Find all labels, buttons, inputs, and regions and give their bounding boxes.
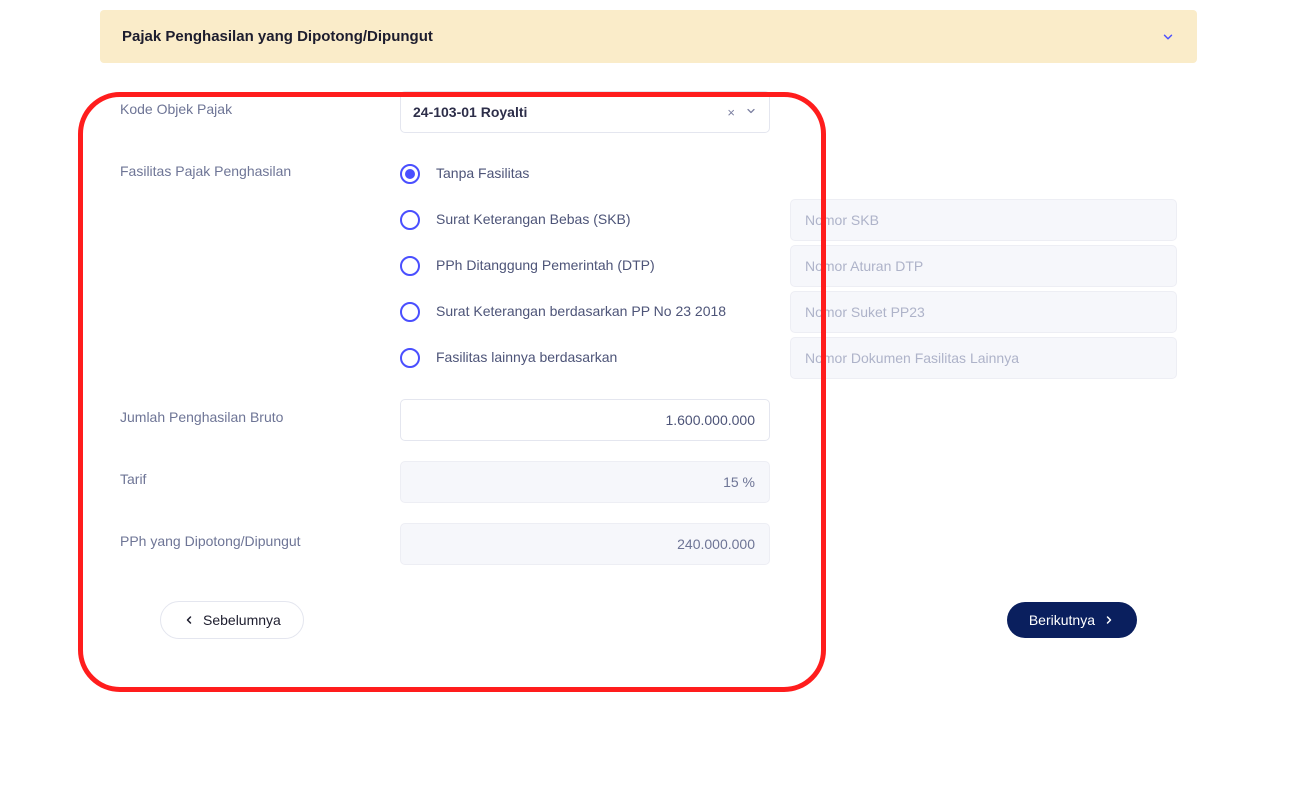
input-gross-value: 1.600.000.000 [665, 412, 755, 428]
radio-icon [400, 164, 420, 184]
label-withheld: PPh yang Dipotong/Dipungut [120, 523, 400, 549]
placeholder-skb: Nomor SKB [805, 212, 879, 228]
radio-label-skb: Surat Keterangan Bebas (SKB) [436, 210, 631, 230]
next-button-label: Berikutnya [1029, 612, 1095, 628]
placeholder-pp23: Nomor Suket PP23 [805, 304, 925, 320]
select-tax-object-value: 24-103-01 Royalti [413, 104, 527, 120]
chevron-right-icon [1103, 614, 1115, 626]
label-tax-object: Kode Objek Pajak [120, 91, 400, 117]
radio-option-pp23[interactable]: Surat Keterangan berdasarkan PP No 23 20… [400, 291, 770, 333]
radio-icon [400, 348, 420, 368]
input-other-number: Nomor Dokumen Fasilitas Lainnya [790, 337, 1177, 379]
input-rate-value: 15 % [723, 474, 755, 490]
chevron-left-icon [183, 614, 195, 626]
radio-icon [400, 210, 420, 230]
placeholder-other: Nomor Dokumen Fasilitas Lainnya [805, 350, 1019, 366]
accordion-header[interactable]: Pajak Penghasilan yang Dipotong/Dipungut [100, 10, 1197, 63]
chevron-down-icon [1161, 30, 1175, 44]
previous-button[interactable]: Sebelumnya [160, 601, 304, 639]
radio-label-pp23: Surat Keterangan berdasarkan PP No 23 20… [436, 302, 726, 322]
clear-icon[interactable]: × [727, 105, 735, 120]
placeholder-dtp: Nomor Aturan DTP [805, 258, 923, 274]
input-dtp-number: Nomor Aturan DTP [790, 245, 1177, 287]
radio-icon [400, 256, 420, 276]
previous-button-label: Sebelumnya [203, 612, 281, 628]
radio-option-other[interactable]: Fasilitas lainnya berdasarkan [400, 337, 770, 379]
input-pp23-number: Nomor Suket PP23 [790, 291, 1177, 333]
radio-option-dtp[interactable]: PPh Ditanggung Pemerintah (DTP) [400, 245, 770, 287]
input-gross[interactable]: 1.600.000.000 [400, 399, 770, 441]
input-skb-number: Nomor SKB [790, 199, 1177, 241]
input-rate: 15 % [400, 461, 770, 503]
radio-label-other: Fasilitas lainnya berdasarkan [436, 348, 617, 368]
form-content: Kode Objek Pajak 24-103-01 Royalti × Fas… [100, 63, 1197, 565]
row-gross: Jumlah Penghasilan Bruto 1.600.000.000 [120, 399, 1177, 441]
radio-label-dtp: PPh Ditanggung Pemerintah (DTP) [436, 256, 655, 276]
radio-option-skb[interactable]: Surat Keterangan Bebas (SKB) [400, 199, 770, 241]
select-tax-object[interactable]: 24-103-01 Royalti × [400, 91, 770, 133]
input-withheld: 240.000.000 [400, 523, 770, 565]
label-facility: Fasilitas Pajak Penghasilan [120, 153, 400, 179]
row-facility: Fasilitas Pajak Penghasilan Tanpa Fasili… [120, 153, 1177, 379]
next-button[interactable]: Berikutnya [1007, 602, 1137, 638]
row-withheld: PPh yang Dipotong/Dipungut 240.000.000 [120, 523, 1177, 565]
row-tax-object: Kode Objek Pajak 24-103-01 Royalti × [120, 91, 1177, 133]
panel-title: Pajak Penghasilan yang Dipotong/Dipungut [122, 28, 433, 45]
radio-option-none[interactable]: Tanpa Fasilitas [400, 153, 770, 195]
footer-nav: Sebelumnya Berikutnya [100, 601, 1197, 669]
row-rate: Tarif 15 % [120, 461, 1177, 503]
chevron-down-icon[interactable] [745, 105, 757, 120]
radio-icon [400, 302, 420, 322]
radio-label-none: Tanpa Fasilitas [436, 164, 529, 184]
label-rate: Tarif [120, 461, 400, 487]
label-gross: Jumlah Penghasilan Bruto [120, 399, 400, 425]
input-withheld-value: 240.000.000 [677, 536, 755, 552]
